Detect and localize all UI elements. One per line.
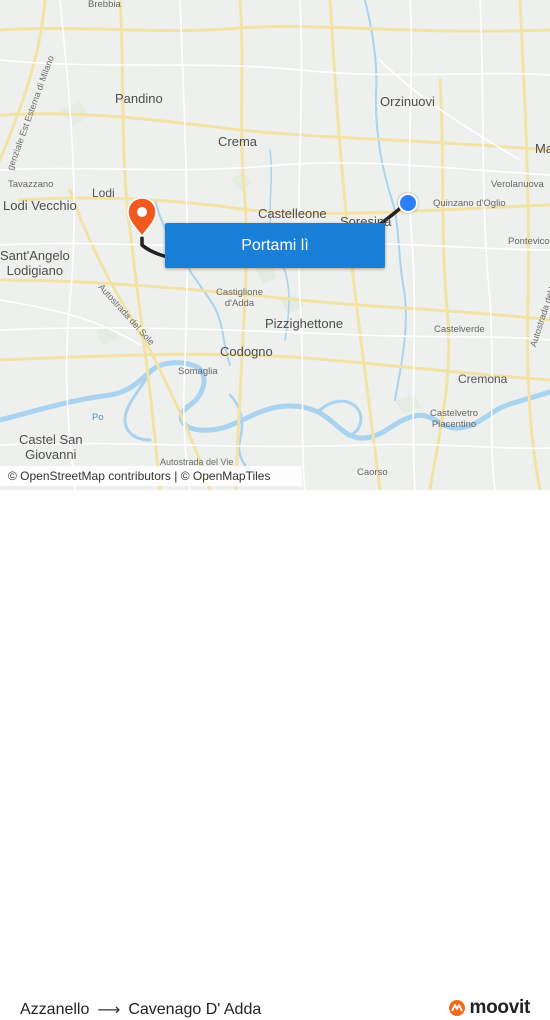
place-quinzano: Quinzano d'Oglio [433,198,506,209]
map-area[interactable]: Brebbia Pandino Orzinuovi Crema Ma Verol… [0,0,550,490]
place-castelvetro: Castelvetro Piacentino [430,408,479,430]
place-lodi: Lodi [92,186,115,200]
footer-bar: Azzanello ⟶ Cavenago D' Adda moovit [0,490,550,1019]
origin-label: Azzanello [20,1001,90,1018]
map-attribution[interactable]: © OpenStreetMap contributors | © OpenMap… [0,466,302,486]
take-me-there-button[interactable]: Portami lì [165,223,385,268]
place-po: Po [92,412,104,423]
origin-marker-icon [398,193,418,213]
route-summary: Azzanello ⟶ Cavenago D' Adda [20,1000,261,1020]
place-castelverde: Castelverde [434,324,485,335]
place-cremona: Cremona [458,372,508,386]
place-verolanuova: Verolanuova [491,179,544,190]
brand-name: moovit [469,997,531,1018]
place-orzinuovi: Orzinuovi [380,94,435,109]
place-santangelo: Sant'Angelo Lodigiano [0,248,70,278]
arrow-right-icon: ⟶ [97,1002,121,1019]
place-codogno: Codogno [220,344,273,359]
place-ma: Ma [535,141,550,156]
destination-label: Cavenago D' Adda [128,1001,262,1018]
place-lodi-vecchio: Lodi Vecchio [3,198,77,213]
place-castel-san-giovanni: Castel San Giovanni [19,432,83,462]
place-brebbia: Brebbia [88,0,121,10]
place-tavazzano: Tavazzano [8,179,54,190]
place-somaglia: Somaglia [178,366,218,377]
place-pontevico: Pontevico [508,236,550,247]
place-caorso: Caorso [357,467,388,478]
destination-pin-icon [127,197,157,238]
place-pizzighettone: Pizzighettone [265,316,344,331]
place-pandino: Pandino [115,91,163,106]
place-crema: Crema [218,134,258,149]
place-castelleone: Castelleone [258,206,327,221]
moovit-logo[interactable]: moovit [448,997,530,1019]
moovit-logo-icon [448,1000,465,1016]
place-castiglione: Castiglione d'Adda [216,287,263,309]
